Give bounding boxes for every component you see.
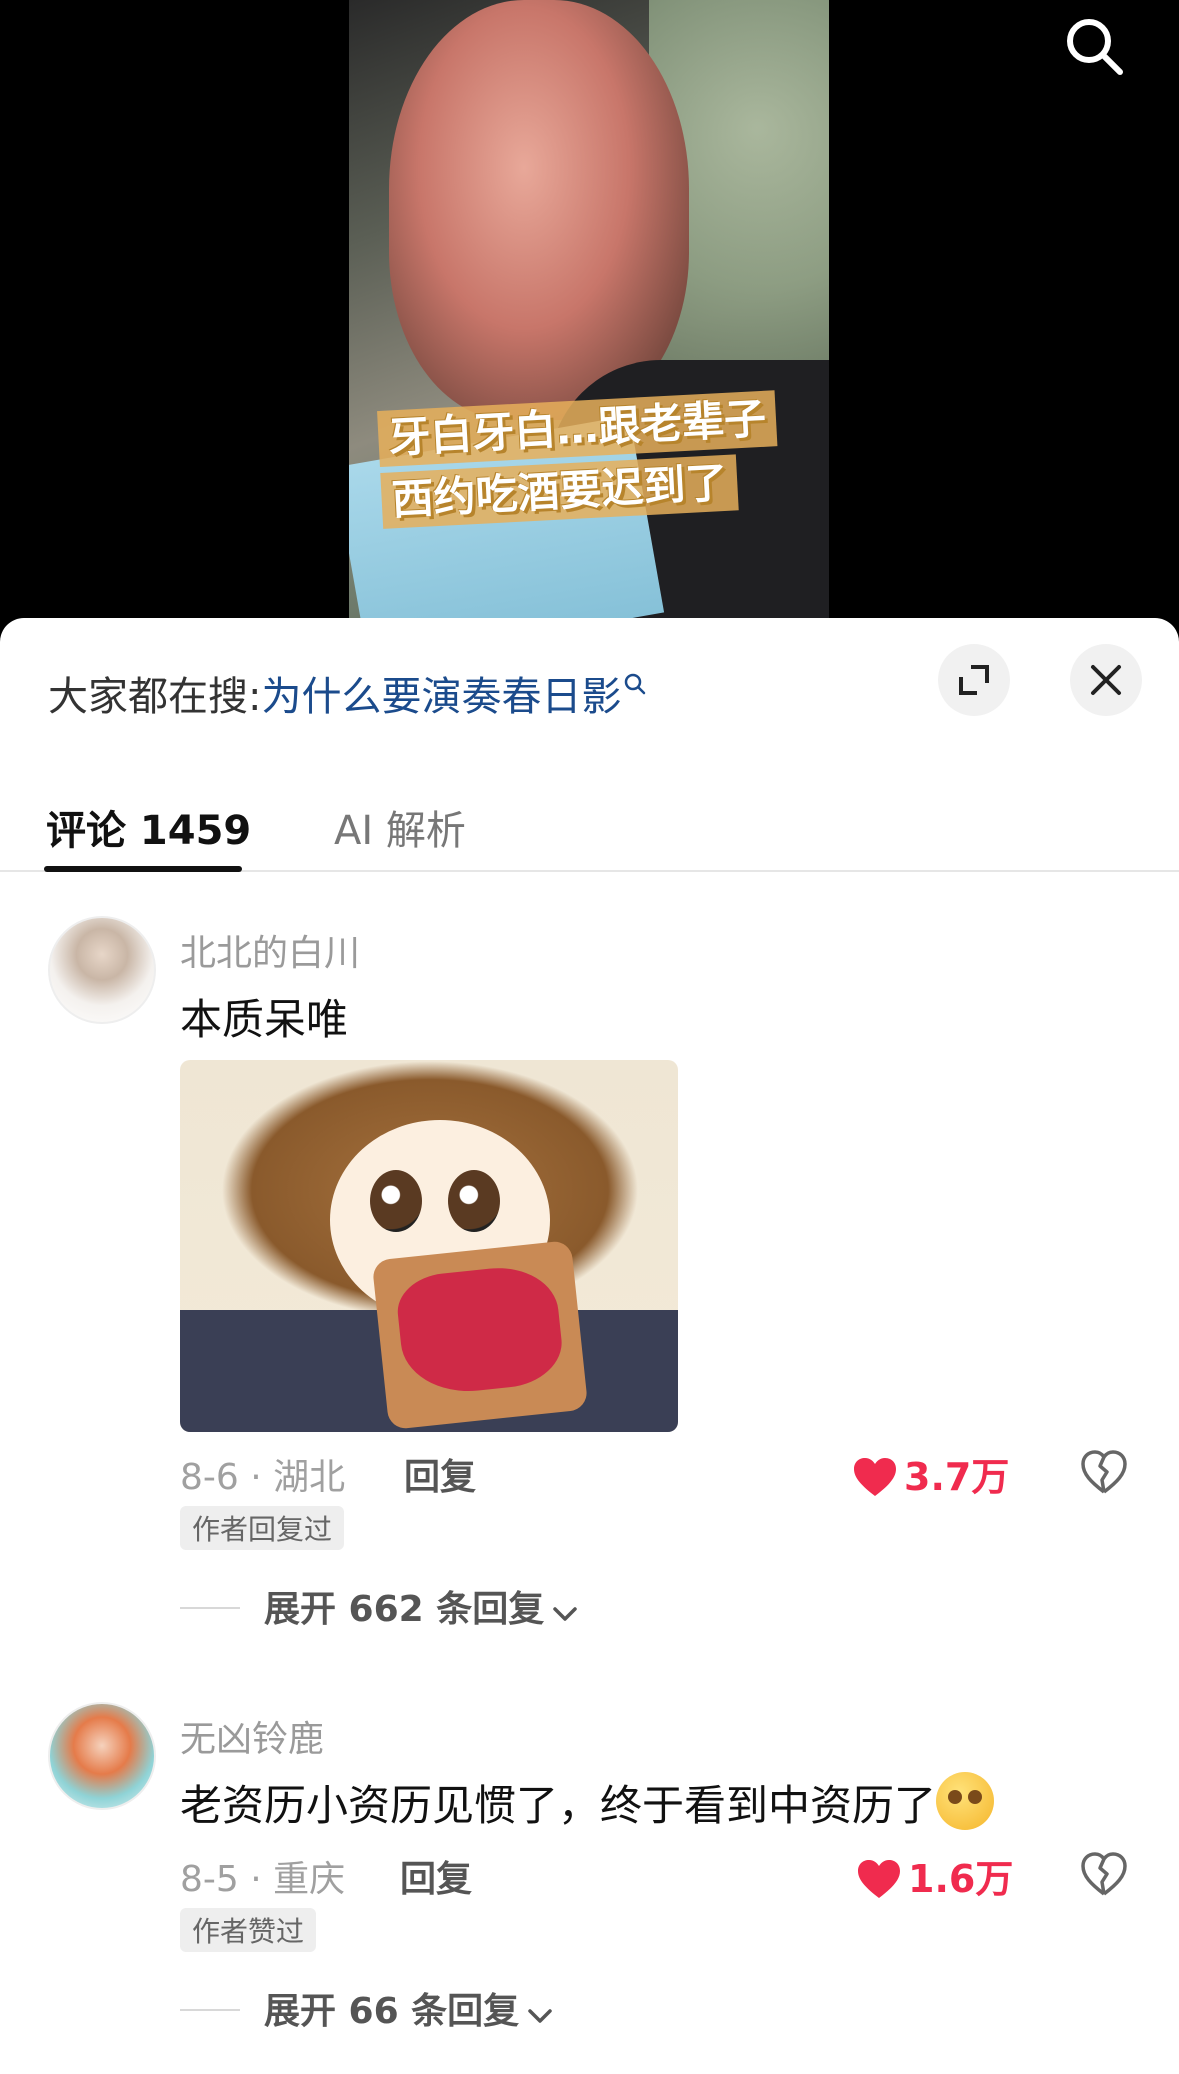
author-replied-badge: 作者回复过 [180, 1506, 345, 1550]
expand-icon [959, 665, 989, 695]
like-count: 3.7万 [904, 1455, 1010, 1499]
comment-text-body: 老资历小资历见惯了，终于看到中资历了 [180, 1781, 937, 1830]
video-person-face [389, 0, 689, 420]
divider-line [180, 1607, 240, 1609]
avatar[interactable] [48, 916, 156, 1024]
comment-sheet: 大家都在搜:为什么要演奏春日影 评论 1459 AI 解析 北北的白川 本质呆唯 [0, 618, 1179, 2074]
expand-replies-label: 展开 66 条回复 [264, 1991, 520, 2032]
chevron-down-icon [528, 2009, 552, 2023]
hot-search-query[interactable]: 为什么要演奏春日影 [261, 674, 621, 720]
image-eye [370, 1170, 422, 1232]
tab-ai-analysis[interactable]: AI 解析 [334, 798, 466, 856]
search-icon[interactable] [1062, 14, 1126, 78]
expand-replies-button[interactable]: 展开 66 条回复 [180, 1982, 553, 2034]
expand-button[interactable] [938, 644, 1010, 716]
active-tab-indicator [44, 866, 242, 872]
video-caption: 牙白牙白…跟老辈子 西约吃酒要迟到了 [377, 389, 803, 535]
comment-username[interactable]: 无凶铃鹿 [180, 1710, 324, 1762]
close-icon [1091, 665, 1121, 695]
heart-icon [854, 1458, 896, 1496]
author-liked-badge: 作者赞过 [180, 1908, 317, 1952]
video-frame [349, 0, 829, 640]
like-button[interactable]: 1.6万 [856, 1848, 1013, 1903]
video-player[interactable]: 牙白牙白…跟老辈子 西约吃酒要迟到了 [0, 0, 1179, 640]
avatar[interactable] [48, 1702, 156, 1810]
expand-replies-label: 展开 662 条回复 [264, 1589, 545, 1630]
tab-comments[interactable]: 评论 1459 [46, 798, 251, 856]
emoji-icon [936, 1772, 995, 1830]
expand-replies-button[interactable]: 展开 662 条回复 [180, 1580, 578, 1632]
video-caption-line2: 西约吃酒要迟到了 [380, 454, 739, 529]
broken-heart-icon[interactable] [1080, 1448, 1128, 1496]
divider-line [180, 2009, 240, 2011]
heart-icon [858, 1860, 900, 1898]
hot-search-prefix: 大家都在搜: [48, 674, 262, 720]
broken-heart-icon[interactable] [1080, 1850, 1128, 1898]
hot-search-bar[interactable]: 大家都在搜:为什么要演奏春日影 [48, 664, 647, 722]
like-count: 1.6万 [908, 1857, 1014, 1901]
chevron-down-icon [553, 1607, 577, 1621]
comment-date-location: 8-6 · 湖北 [180, 1457, 346, 1498]
comment-text: 老资历小资历见惯了，终于看到中资历了 [180, 1772, 995, 1833]
image-eye [448, 1170, 500, 1232]
comment-tabs: 评论 1459 AI 解析 [0, 788, 1179, 872]
comment-date-location: 8-5 · 重庆 [180, 1859, 346, 1900]
reply-button[interactable]: 回复 [404, 1448, 476, 1500]
search-icon [625, 673, 646, 695]
reply-button[interactable]: 回复 [400, 1850, 472, 1902]
comment-text: 本质呆唯 [180, 995, 349, 1044]
like-button[interactable]: 3.7万 [852, 1446, 1009, 1501]
comment-image[interactable] [180, 1060, 678, 1432]
comment-username[interactable]: 北北的白川 [180, 924, 360, 976]
close-button[interactable] [1070, 644, 1142, 716]
